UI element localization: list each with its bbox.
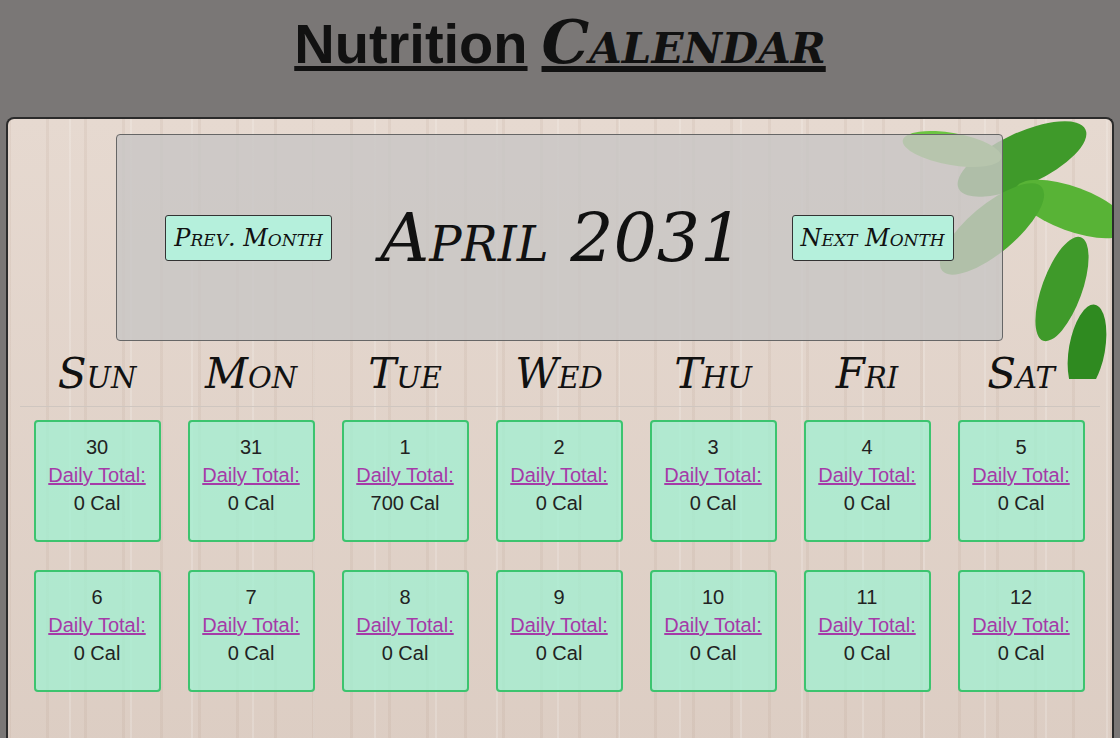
daily-total-link[interactable]: Daily Total:	[664, 614, 761, 637]
daily-total-value: 0 Cal	[74, 492, 121, 515]
day-cell[interactable]: 31 Daily Total: 0 Cal	[188, 420, 315, 542]
daily-total-link[interactable]: Daily Total:	[202, 614, 299, 637]
day-number: 2	[553, 436, 564, 459]
weekday: Sun	[20, 349, 174, 398]
page: NutritionCalendar Prev. Month April 2031 Ne…	[0, 0, 1120, 738]
daily-total-value: 0 Cal	[382, 642, 429, 665]
weekday: Fri	[790, 349, 944, 398]
daily-total-value: 0 Cal	[998, 492, 1045, 515]
daily-total-link[interactable]: Daily Total:	[48, 614, 145, 637]
daily-total-value: 0 Cal	[228, 642, 275, 665]
title-script: Calendar	[542, 6, 826, 78]
weekday: Tue	[328, 349, 482, 398]
day-cell[interactable]: 9 Daily Total: 0 Cal	[496, 570, 623, 692]
day-number: 3	[707, 436, 718, 459]
daily-total-value: 0 Cal	[844, 492, 891, 515]
day-number: 7	[245, 586, 256, 609]
day-cell[interactable]: 6 Daily Total: 0 Cal	[34, 570, 161, 692]
weekday: Mon	[174, 349, 328, 398]
weekday: Wed	[482, 349, 636, 398]
weekday: Thu	[636, 349, 790, 398]
next-month-button[interactable]: Next Month	[792, 215, 954, 261]
day-cell[interactable]: 7 Daily Total: 0 Cal	[188, 570, 315, 692]
page-title: NutritionCalendar	[294, 6, 825, 117]
daily-total-link[interactable]: Daily Total:	[818, 614, 915, 637]
day-cell[interactable]: 1 Daily Total: 700 Cal	[342, 420, 469, 542]
month-bar: Prev. Month April 2031 Next Month	[116, 134, 1003, 341]
daily-total-link[interactable]: Daily Total:	[202, 464, 299, 487]
daily-total-link[interactable]: Daily Total:	[510, 614, 607, 637]
month-label: April 2031	[380, 198, 743, 277]
daily-total-value: 0 Cal	[536, 642, 583, 665]
daily-total-value: 0 Cal	[998, 642, 1045, 665]
day-number: 1	[399, 436, 410, 459]
prev-month-button[interactable]: Prev. Month	[165, 215, 331, 261]
day-cell[interactable]: 3 Daily Total: 0 Cal	[650, 420, 777, 542]
calendar-board: Prev. Month April 2031 Next Month SunMonTue…	[6, 117, 1114, 738]
day-cell[interactable]: 10 Daily Total: 0 Cal	[650, 570, 777, 692]
title-bold: Nutrition	[294, 10, 527, 77]
page-header: NutritionCalendar	[0, 0, 1120, 117]
daily-total-value: 0 Cal	[690, 642, 737, 665]
daily-total-link[interactable]: Daily Total:	[48, 464, 145, 487]
day-number: 10	[702, 586, 724, 609]
day-cell[interactable]: 2 Daily Total: 0 Cal	[496, 420, 623, 542]
daily-total-link[interactable]: Daily Total:	[356, 464, 453, 487]
daily-total-link[interactable]: Daily Total:	[818, 464, 915, 487]
day-grid: 30 Daily Total: 0 Cal 31 Daily Total: 0 Cal 1 D…	[20, 420, 1100, 692]
day-cell[interactable]: 5 Daily Total: 0 Cal	[958, 420, 1085, 542]
day-cell[interactable]: 12 Daily Total: 0 Cal	[958, 570, 1085, 692]
day-number: 30	[86, 436, 108, 459]
daily-total-link[interactable]: Daily Total:	[972, 464, 1069, 487]
daily-total-value: 0 Cal	[228, 492, 275, 515]
day-number: 31	[240, 436, 262, 459]
daily-total-link[interactable]: Daily Total:	[356, 614, 453, 637]
day-number: 12	[1010, 586, 1032, 609]
weekday-row: SunMonTueWedThuFriSat	[20, 341, 1100, 407]
daily-total-link[interactable]: Daily Total:	[972, 614, 1069, 637]
daily-total-value: 0 Cal	[74, 642, 121, 665]
day-cell[interactable]: 30 Daily Total: 0 Cal	[34, 420, 161, 542]
day-number: 8	[399, 586, 410, 609]
day-number: 11	[857, 586, 878, 609]
daily-total-value: 0 Cal	[690, 492, 737, 515]
day-number: 6	[91, 586, 102, 609]
daily-total-link[interactable]: Daily Total:	[664, 464, 761, 487]
daily-total-value: 0 Cal	[536, 492, 583, 515]
day-cell[interactable]: 4 Daily Total: 0 Cal	[804, 420, 931, 542]
daily-total-link[interactable]: Daily Total:	[510, 464, 607, 487]
day-number: 4	[861, 436, 872, 459]
day-number: 9	[553, 586, 564, 609]
weekday: Sat	[944, 349, 1098, 398]
daily-total-value: 0 Cal	[844, 642, 891, 665]
day-cell[interactable]: 11 Daily Total: 0 Cal	[804, 570, 931, 692]
day-number: 5	[1015, 436, 1026, 459]
day-cell[interactable]: 8 Daily Total: 0 Cal	[342, 570, 469, 692]
daily-total-value: 700 Cal	[371, 492, 440, 515]
